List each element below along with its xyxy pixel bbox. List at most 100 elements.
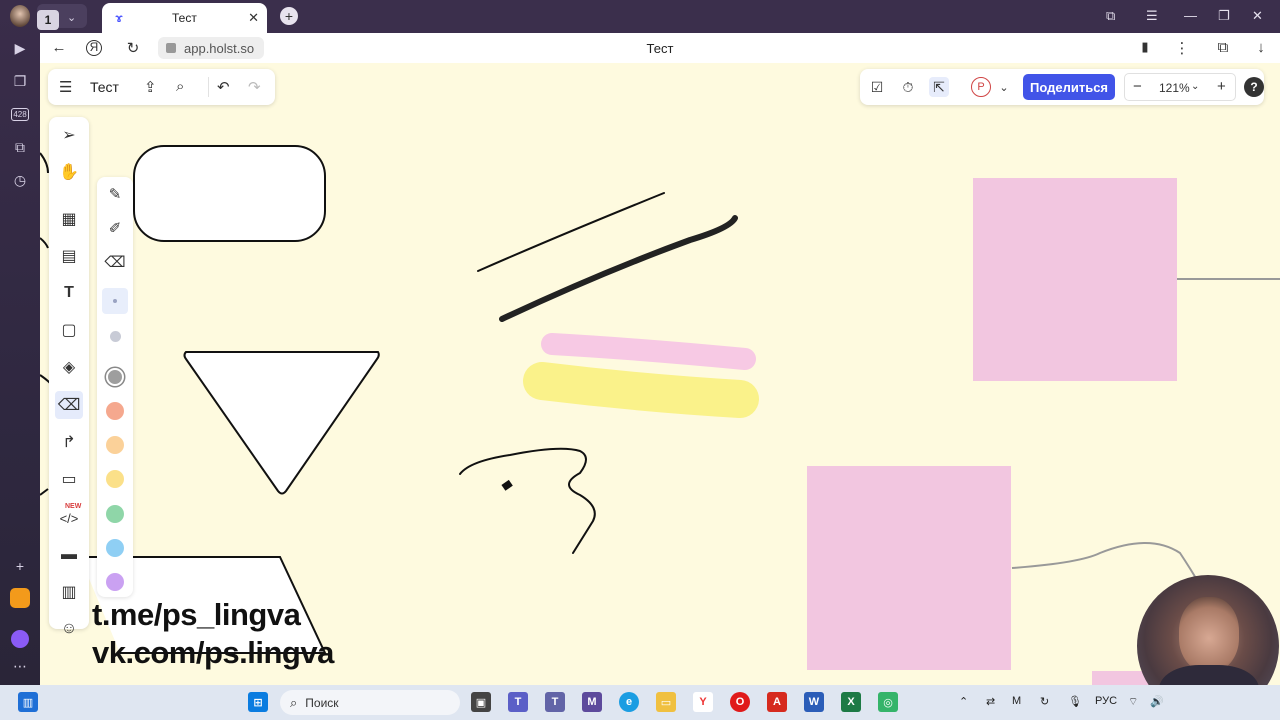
tab-active[interactable]: ɤ Тест ✕ — [102, 3, 267, 33]
color-swatch-salmon[interactable] — [106, 402, 124, 420]
input-language[interactable]: РУС — [1095, 695, 1117, 707]
board-name[interactable]: Тест — [90, 79, 119, 95]
excel-icon[interactable]: X — [841, 692, 861, 712]
help-button[interactable]: ? — [1244, 77, 1264, 97]
more-options-icon[interactable]: ⋮ — [1173, 39, 1191, 57]
app-tray-icon[interactable]: M — [1012, 695, 1021, 707]
marker-icon[interactable]: ✐ — [102, 215, 128, 241]
text-tool-icon[interactable]: T — [55, 279, 83, 307]
search-icon: ⌕ — [290, 694, 298, 710]
color-swatch-green[interactable] — [106, 505, 124, 523]
connector-tool-icon[interactable]: ↱ — [55, 428, 83, 456]
url-field[interactable]: app.holst.so — [158, 37, 264, 59]
close-window-icon[interactable]: ✕ — [1252, 8, 1263, 24]
zoom-out-button[interactable]: − — [1133, 78, 1142, 95]
color-swatch-gray[interactable] — [106, 368, 124, 386]
more-icon[interactable]: ⋯ — [10, 656, 30, 676]
start-menu-icon[interactable]: ⊞ — [248, 692, 268, 712]
mic-icon[interactable]: 🎙 — [1068, 695, 1082, 708]
minimize-icon[interactable]: — — [1184, 8, 1197, 23]
add-icon[interactable]: + — [10, 556, 30, 576]
rounded-rectangle-shape — [133, 145, 326, 242]
mail-app-icon[interactable] — [10, 588, 30, 608]
zoom-in-button[interactable]: + — [1217, 78, 1226, 95]
emoji-tool-icon[interactable]: ☺ — [55, 615, 83, 643]
color-swatch-yellow[interactable] — [106, 470, 124, 488]
whiteboard-canvas[interactable]: ☰ Тест ⇪ ⌕ ↶ ↷ ☑ ⏱ ⇱ Р ⌄ Поделиться − 12… — [40, 63, 1280, 685]
widgets-icon[interactable]: ▥ — [18, 692, 38, 712]
back-icon[interactable]: ← — [50, 39, 68, 56]
size-medium-option[interactable] — [102, 323, 128, 349]
opera-icon[interactable]: O — [730, 692, 750, 712]
kanban-tool-icon[interactable]: ▥ — [55, 578, 83, 606]
chevron-down-icon[interactable]: ⌄ — [1191, 81, 1199, 92]
chevron-up-icon[interactable]: ⌃ — [959, 695, 968, 708]
sync-icon[interactable]: ⇄ — [986, 695, 995, 708]
frame-tool-icon[interactable]: ▦ — [55, 205, 83, 233]
teams-work-icon[interactable]: T — [545, 692, 565, 712]
word-icon[interactable]: W — [804, 692, 824, 712]
color-swatch-purple[interactable] — [106, 573, 124, 591]
yandex-icon[interactable]: Я — [86, 40, 102, 56]
task-view-icon[interactable]: ▣ — [471, 692, 491, 712]
hand-tool-icon[interactable]: ✋ — [55, 158, 83, 186]
pen-tool-icon[interactable]: ⌫ — [55, 391, 83, 419]
user-avatar[interactable]: Р — [971, 77, 991, 97]
cursor-follow-icon[interactable]: ⇱ — [929, 77, 949, 97]
app-green-icon[interactable]: ◎ — [878, 692, 898, 712]
tabs-icon[interactable]: ⧉ — [1106, 8, 1115, 24]
refresh-tray-icon[interactable]: ↻ — [1040, 695, 1049, 708]
undo-icon[interactable]: ↶ — [217, 78, 230, 96]
yandex-browser-icon[interactable]: Y — [693, 692, 713, 712]
menu-icon[interactable]: ☰ — [1146, 8, 1158, 24]
acrobat-icon[interactable]: A — [767, 692, 787, 712]
template-tool-icon[interactable]: ▭ — [55, 465, 83, 493]
color-swatch-blue[interactable] — [106, 539, 124, 557]
embed-code-tool-icon[interactable]: </> — [55, 504, 83, 532]
card-tool-icon[interactable]: ▬ — [55, 541, 83, 569]
chevron-down-icon[interactable]: ⌄ — [994, 77, 1014, 97]
file-explorer-icon[interactable]: ▭ — [656, 692, 676, 712]
redo-icon[interactable]: ↷ — [248, 78, 261, 96]
document-tool-icon[interactable]: ▤ — [55, 242, 83, 270]
share-button[interactable]: Поделиться — [1023, 74, 1115, 100]
pen-stroke-squiggle — [459, 447, 596, 554]
pen-icon[interactable]: ✎ — [102, 181, 128, 207]
alice-icon[interactable] — [10, 629, 30, 649]
play-icon[interactable]: ▶ — [10, 38, 30, 58]
checkbox-icon[interactable]: ☑ — [867, 77, 887, 97]
taskbar-search[interactable]: ⌕ Поиск — [280, 690, 460, 715]
menu-icon[interactable]: ☰ — [59, 78, 72, 96]
wifi-icon[interactable]: ⌔ — [1128, 695, 1138, 709]
search-icon[interactable]: ⌕ — [176, 78, 184, 95]
color-swatch-peach[interactable] — [106, 436, 124, 454]
mail-counter-icon[interactable]: 428 — [10, 104, 30, 124]
export-icon[interactable]: ⇪ — [144, 78, 157, 96]
watermark-line-2: vk.com/ps.lingva — [92, 635, 334, 670]
app-icon[interactable]: M — [582, 692, 602, 712]
select-tool-icon[interactable]: ➢ — [55, 121, 83, 149]
screenshot-icon[interactable]: ⧉ — [10, 137, 30, 157]
restore-icon[interactable]: ❐ — [1218, 8, 1230, 24]
teams-icon[interactable]: T — [508, 692, 528, 712]
shapes-tool-icon[interactable]: ◈ — [55, 353, 83, 381]
zoom-level[interactable]: 121% — [1159, 81, 1190, 95]
browser-sidebar: ▶ ❐ 428 ⧉ ◷ + ⋯ — [0, 0, 40, 685]
sticky-note-tool-icon[interactable]: ▢ — [55, 316, 83, 344]
bookmark-icon[interactable]: ▮ — [1136, 39, 1154, 55]
history-icon[interactable]: ◷ — [10, 170, 30, 190]
reload-icon[interactable]: ↻ — [124, 39, 142, 57]
new-tab-button[interactable]: + — [280, 7, 298, 25]
eraser-icon[interactable]: ⌫ — [102, 249, 128, 275]
volume-icon[interactable]: 🔊 — [1150, 695, 1164, 708]
page-title: Тест — [646, 41, 674, 56]
downloads-icon[interactable]: ↓ — [1252, 39, 1270, 56]
collections-icon[interactable]: ❐ — [10, 71, 30, 91]
extensions-icon[interactable]: ⧉ — [1214, 39, 1232, 56]
timer-icon[interactable]: ⏱ — [898, 77, 918, 97]
tab-counter[interactable]: 1 ⌄ — [37, 4, 87, 30]
profile-avatar[interactable] — [10, 5, 30, 27]
edge-icon[interactable]: e — [619, 692, 639, 712]
close-icon[interactable]: ✕ — [248, 10, 259, 26]
size-small-option[interactable] — [102, 288, 128, 314]
